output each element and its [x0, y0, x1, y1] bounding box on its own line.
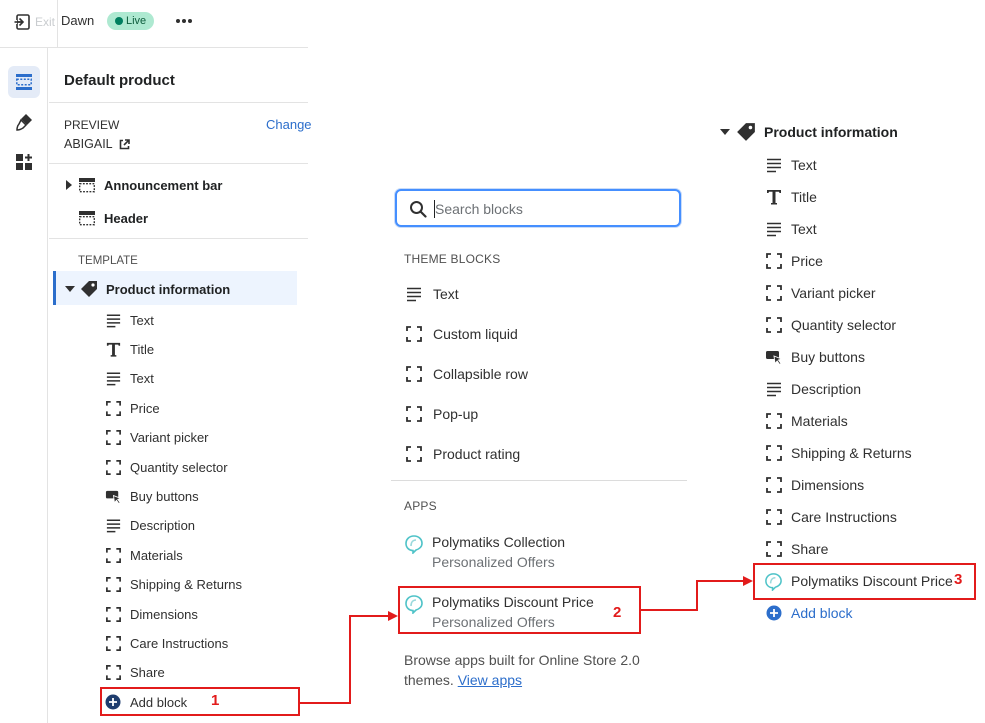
arrowhead-1	[388, 611, 398, 621]
flow-arrows	[300, 576, 753, 704]
arrow-1-to-2	[300, 615, 390, 704]
arrowhead-2	[743, 576, 753, 586]
arrow-2-to-3	[641, 580, 745, 611]
